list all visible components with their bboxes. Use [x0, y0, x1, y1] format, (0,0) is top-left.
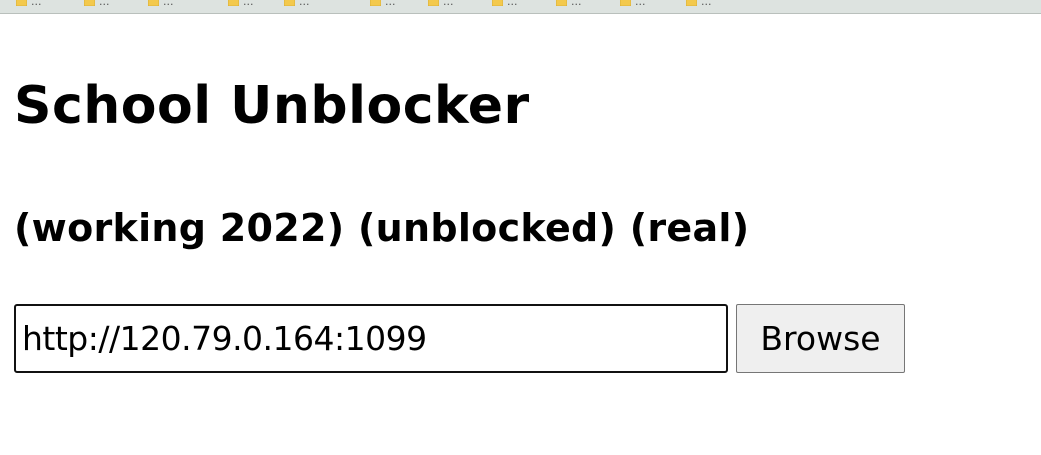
page-title: School Unblocker	[14, 76, 530, 136]
bookmark-item[interactable]: ...	[556, 0, 582, 8]
url-input[interactable]	[14, 304, 728, 373]
folder-icon	[686, 0, 697, 6]
folder-icon	[148, 0, 159, 6]
folder-icon	[428, 0, 439, 6]
bookmark-label: ...	[31, 0, 42, 8]
folder-icon	[284, 0, 295, 6]
bookmark-label: ...	[243, 0, 254, 8]
folder-icon	[556, 0, 567, 6]
bookmark-label: ...	[163, 0, 174, 8]
bookmark-item[interactable]: ...	[620, 0, 646, 8]
bookmark-label: ...	[385, 0, 396, 8]
folder-icon	[492, 0, 503, 6]
page-subtitle: (working 2022) (unblocked) (real)	[14, 206, 750, 250]
bookmark-label: ...	[443, 0, 454, 8]
folder-icon	[84, 0, 95, 6]
bookmark-label: ...	[299, 0, 310, 8]
bookmark-label: ...	[701, 0, 712, 8]
bookmark-item[interactable]: ...	[284, 0, 310, 8]
folder-icon	[370, 0, 381, 6]
bookmark-item[interactable]: ...	[686, 0, 712, 8]
bookmark-label: ...	[99, 0, 110, 8]
bookmark-item[interactable]: ...	[228, 0, 254, 8]
bookmark-label: ...	[635, 0, 646, 8]
bookmark-item[interactable]: ...	[492, 0, 518, 8]
bookmark-item[interactable]: ...	[84, 0, 110, 8]
folder-icon	[620, 0, 631, 6]
bookmark-label: ...	[571, 0, 582, 8]
browse-button[interactable]: Browse	[736, 304, 905, 373]
folder-icon	[16, 0, 27, 6]
bookmark-item[interactable]: ...	[16, 0, 42, 8]
bookmark-item[interactable]: ...	[370, 0, 396, 8]
bookmarks-bar: ... ... ... ... ... ... ... ... ... ... …	[0, 0, 1041, 14]
bookmark-label: ...	[507, 0, 518, 8]
bookmark-item[interactable]: ...	[428, 0, 454, 8]
folder-icon	[228, 0, 239, 6]
bookmark-item[interactable]: ...	[148, 0, 174, 8]
